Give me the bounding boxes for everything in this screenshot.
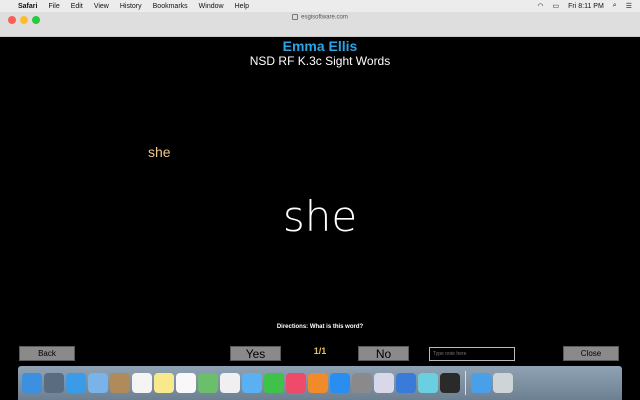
menu-edit[interactable]: Edit [71,3,83,10]
assessment-title: NSD RF K.3c Sight Words [249,54,391,68]
photos-icon[interactable] [220,373,240,393]
dock-separator [465,371,466,395]
menu-history[interactable]: History [120,3,142,10]
app-store-icon[interactable] [330,373,350,393]
music-icon[interactable] [286,373,306,393]
hint-word: she [148,144,171,160]
menu-window[interactable]: Window [199,3,224,10]
safari-icon[interactable] [66,373,86,393]
system-preferences-icon[interactable] [352,373,372,393]
browser-titlebar: esgisoftware.com [0,12,640,37]
downloads-icon[interactable] [471,373,491,393]
progress-counter: 1/1 [313,346,327,356]
preview-icon[interactable] [374,373,394,393]
no-button[interactable]: No [358,346,409,361]
reminders-icon[interactable] [176,373,196,393]
sight-word: she [282,192,358,241]
search-icon[interactable]: ⌕ [613,2,617,10]
launchpad-icon[interactable] [44,373,64,393]
books-icon[interactable] [308,373,328,393]
menu-bar: Safari File Edit View History Bookmarks … [0,0,640,12]
menu-bookmarks[interactable]: Bookmarks [153,3,188,10]
clock[interactable]: Fri 8:11 PM [568,3,604,10]
menu-icon[interactable]: ☰ [626,2,632,10]
wifi-icon[interactable]: ◠ [537,2,543,10]
menu-help[interactable]: Help [235,3,249,10]
status-area: ◠ ▭ Fri 8:11 PM ⌕ ☰ [537,0,632,12]
trash-icon[interactable] [493,373,513,393]
minimize-window-icon[interactable] [20,16,28,24]
keynote-icon[interactable] [396,373,416,393]
close-button[interactable]: Close [563,346,619,361]
mail-icon[interactable] [88,373,108,393]
finder-icon[interactable] [22,373,42,393]
back-button[interactable]: Back [19,346,75,361]
calendar-icon[interactable] [132,373,152,393]
zoom-window-icon[interactable] [32,16,40,24]
image-capture-icon[interactable] [418,373,438,393]
dock [18,366,622,400]
battery-icon[interactable]: ▭ [553,2,560,10]
lock-icon [292,14,299,20]
student-name: Emma Ellis [282,38,358,54]
url-text: esgisoftware.com [301,14,348,21]
quicktime-icon[interactable] [440,373,460,393]
close-window-icon[interactable] [8,16,16,24]
menu-view[interactable]: View [94,3,109,10]
maps-icon[interactable] [198,373,218,393]
contacts-icon[interactable] [110,373,130,393]
yes-button[interactable]: Yes [230,346,281,361]
messages-icon[interactable] [242,373,262,393]
menu-file[interactable]: File [48,3,59,10]
facetime-icon[interactable] [264,373,284,393]
note-input[interactable] [429,347,515,361]
notes-icon[interactable] [154,373,174,393]
menu-safari[interactable]: Safari [18,3,37,10]
address-bar[interactable]: esgisoftware.com [150,14,490,23]
directions-text: Directions: What is this word? [276,324,364,330]
